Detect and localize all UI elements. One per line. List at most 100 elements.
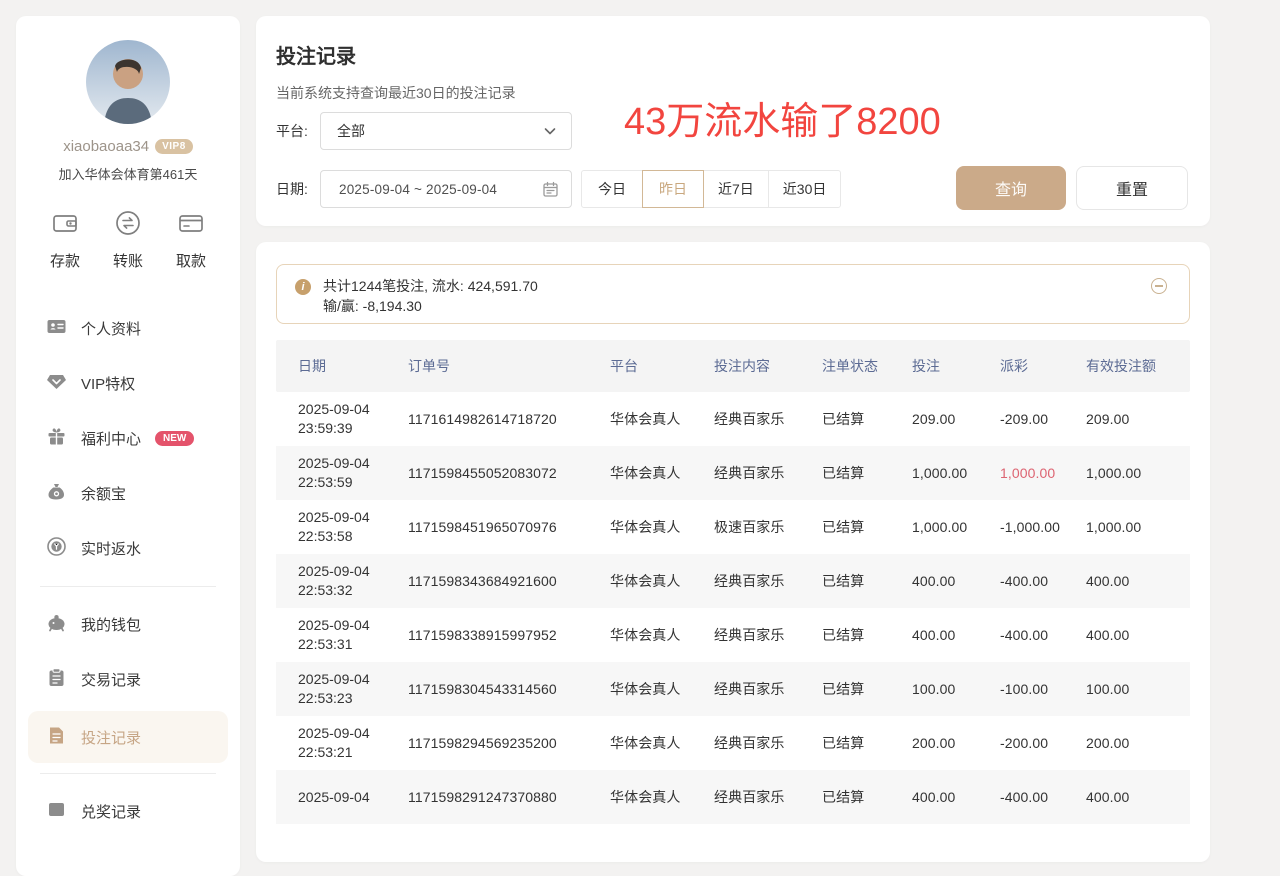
cell-bet-amount: 209.00 (912, 411, 1000, 427)
chevron-down-icon (543, 124, 557, 138)
date-value: 2025-09-04 (298, 508, 408, 527)
cell-order: 1171598304543314560 (408, 681, 610, 697)
cell-bet-amount: 400.00 (912, 627, 1000, 643)
id-card-icon (46, 316, 67, 341)
table-row[interactable]: 2025-09-0422:53:321171598343684921600华体会… (276, 554, 1190, 608)
cell-bet-amount: 100.00 (912, 681, 1000, 697)
time-value: 22:53:31 (298, 635, 408, 654)
cell-status: 已结算 (822, 625, 912, 645)
range-button-2[interactable]: 近7日 (703, 170, 769, 208)
sidebar-item[interactable]: 余额宝 (16, 466, 240, 521)
table-row[interactable]: 2025-09-0422:53:591171598455052083072华体会… (276, 446, 1190, 500)
cell-bet-amount: 400.00 (912, 573, 1000, 589)
page-title: 投注记录 (276, 40, 1190, 69)
date-range-value: 2025-09-04 ~ 2025-09-04 (321, 182, 497, 197)
collapse-minus-icon[interactable] (1151, 278, 1167, 294)
sidebar-item-label: VIP特权 (81, 373, 135, 394)
divider (40, 586, 216, 587)
date-value: 2025-09-04 (298, 788, 408, 807)
wallet-icon (51, 209, 79, 242)
cell-payout: -400.00 (1000, 573, 1086, 589)
quick-action-label: 存款 (50, 250, 80, 271)
cell-valid-amount: 209.00 (1086, 411, 1190, 427)
moneybag-icon (46, 481, 67, 506)
table-row[interactable]: 2025-09-0422:53:211171598294569235200华体会… (276, 716, 1190, 770)
cell-order: 1171598294569235200 (408, 735, 610, 751)
table-row[interactable]: 2025-09-0422:53:581171598451965070976华体会… (276, 500, 1190, 554)
cell-date: 2025-09-0423:59:39 (298, 400, 408, 438)
range-button-0[interactable]: 今日 (581, 170, 643, 208)
cell-valid-amount: 400.00 (1086, 573, 1190, 589)
sidebar-item-label: 兑奖记录 (81, 801, 141, 822)
record-icon (46, 799, 67, 824)
info-icon: i (295, 279, 311, 295)
time-value: 22:53:32 (298, 581, 408, 600)
cell-bet-amount: 1,000.00 (912, 465, 1000, 481)
sidebar-item[interactable]: 个人资料 (16, 301, 240, 356)
cell-platform: 华体会真人 (610, 571, 714, 591)
column-header: 日期 (298, 356, 408, 376)
time-value: 22:53:21 (298, 743, 408, 762)
cell-status: 已结算 (822, 787, 912, 807)
cell-valid-amount: 400.00 (1086, 789, 1190, 805)
table-row[interactable]: 2025-09-0422:53:311171598338915997952华体会… (276, 608, 1190, 662)
sidebar-item[interactable]: 投注记录 (28, 711, 228, 763)
sidebar-item[interactable]: 交易记录 (16, 652, 240, 707)
cell-valid-amount: 400.00 (1086, 627, 1190, 643)
cell-status: 已结算 (822, 571, 912, 591)
summary-line-2: 输/赢: -8,194.30 (323, 296, 1145, 316)
cell-status: 已结算 (822, 517, 912, 537)
cell-bet-content: 经典百家乐 (714, 409, 822, 429)
cell-order: 1171598451965070976 (408, 519, 610, 535)
cell-bet-amount: 400.00 (912, 789, 1000, 805)
column-header: 注单状态 (822, 356, 912, 376)
cell-order: 1171614982614718720 (408, 411, 610, 427)
cell-bet-content: 极速百家乐 (714, 517, 822, 537)
table-row[interactable]: 2025-09-0422:53:231171598304543314560华体会… (276, 662, 1190, 716)
cell-payout: 1,000.00 (1000, 465, 1086, 481)
cell-bet-amount: 200.00 (912, 735, 1000, 751)
search-button[interactable]: 查询 (956, 166, 1066, 210)
quick-action-deposit[interactable]: 存款 (50, 209, 80, 271)
cell-order: 1171598338915997952 (408, 627, 610, 643)
cell-valid-amount: 1,000.00 (1086, 519, 1190, 535)
platform-select[interactable]: 全部 (320, 112, 572, 150)
date-quick-range-group: 今日昨日近7日近30日 (581, 170, 841, 208)
cell-date: 2025-09-0422:53:23 (298, 670, 408, 708)
range-button-3[interactable]: 近30日 (768, 170, 842, 208)
column-header: 投注 (912, 356, 1000, 376)
username: xiaobaoaa34 (63, 138, 149, 155)
records-panel: i 共计1244笔投注, 流水: 424,591.70 输/赢: -8,194.… (256, 242, 1210, 862)
sidebar-item[interactable]: 我的钱包 (16, 597, 240, 652)
range-button-1[interactable]: 昨日 (642, 170, 704, 208)
cell-order: 1171598291247370880 (408, 789, 610, 805)
table-row[interactable]: 2025-09-041171598291247370880华体会真人经典百家乐已… (276, 770, 1190, 824)
cell-valid-amount: 200.00 (1086, 735, 1190, 751)
cell-platform: 华体会真人 (610, 733, 714, 753)
sidebar-item-label: 余额宝 (81, 483, 126, 504)
cell-date: 2025-09-04 (298, 788, 408, 807)
quick-action-withdraw[interactable]: 取款 (176, 209, 206, 271)
sidebar-item[interactable]: 福利中心NEW (16, 411, 240, 466)
sidebar-item[interactable]: VIP特权 (16, 356, 240, 411)
user-avatar[interactable] (86, 40, 170, 124)
sidebar-item-label: 交易记录 (81, 669, 141, 690)
column-header: 投注内容 (714, 356, 822, 376)
cell-bet-content: 经典百家乐 (714, 571, 822, 591)
cell-date: 2025-09-0422:53:21 (298, 724, 408, 762)
cell-valid-amount: 100.00 (1086, 681, 1190, 697)
table-row[interactable]: 2025-09-0423:59:391171614982614718720华体会… (276, 392, 1190, 446)
date-range-input[interactable]: 2025-09-04 ~ 2025-09-04 (320, 170, 572, 208)
time-value: 23:59:39 (298, 419, 408, 438)
cell-payout: -400.00 (1000, 627, 1086, 643)
sidebar-item-label: 实时返水 (81, 538, 141, 559)
card-icon (177, 209, 205, 242)
sidebar-item[interactable]: 实时返水 (16, 521, 240, 576)
quick-action-transfer[interactable]: 转账 (113, 209, 143, 271)
reset-button[interactable]: 重置 (1076, 166, 1188, 210)
cell-date: 2025-09-0422:53:31 (298, 616, 408, 654)
time-value: 22:53:23 (298, 689, 408, 708)
sidebar-item[interactable]: 兑奖记录 (16, 784, 240, 839)
transfer-icon (114, 209, 142, 242)
gem-icon (46, 371, 67, 396)
